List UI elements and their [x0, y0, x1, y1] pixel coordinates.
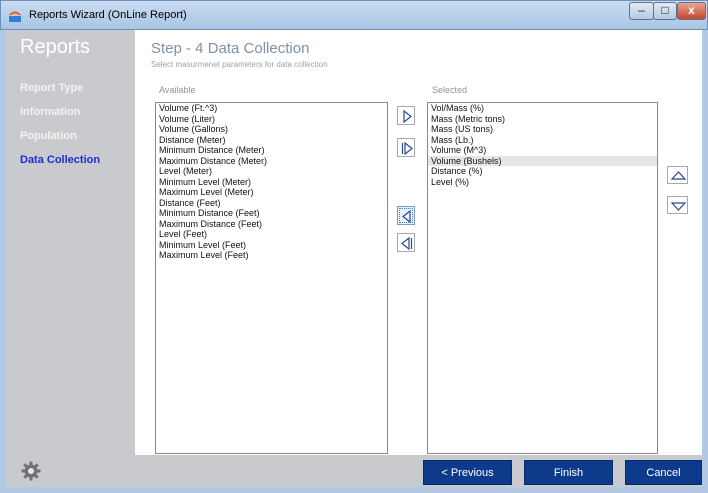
sidebar: Reports Report Type Information Populati…: [6, 30, 135, 455]
list-item[interactable]: Maximum Level (Meter): [156, 187, 387, 198]
double-triangle-right-icon: [401, 141, 413, 156]
list-item[interactable]: Maximum Distance (Feet): [156, 219, 387, 230]
sidebar-item-report-type[interactable]: Report Type: [20, 82, 83, 94]
list-item[interactable]: Mass (Metric tons): [428, 114, 657, 125]
sidebar-item-data-collection[interactable]: Data Collection: [20, 154, 100, 166]
list-item[interactable]: Distance (%): [428, 166, 657, 177]
list-item[interactable]: Distance (Meter): [156, 135, 387, 146]
list-item[interactable]: Distance (Feet): [156, 198, 387, 209]
sidebar-item-population[interactable]: Population: [20, 130, 77, 142]
double-triangle-left-icon: [401, 236, 413, 251]
list-item[interactable]: Level (Meter): [156, 166, 387, 177]
maximize-button[interactable]: □: [653, 2, 677, 20]
sidebar-item-information[interactable]: Information: [20, 106, 81, 118]
list-item[interactable]: Volume (M^3): [428, 145, 657, 156]
triangle-up-icon: [670, 171, 687, 180]
list-item[interactable]: Maximum Distance (Meter): [156, 156, 387, 167]
list-item[interactable]: Volume (Ft.^3): [156, 103, 387, 114]
list-item[interactable]: Mass (US tons): [428, 124, 657, 135]
list-item[interactable]: Maximum Level (Feet): [156, 250, 387, 261]
list-item[interactable]: Minimum Level (Feet): [156, 240, 387, 251]
move-up-button[interactable]: [667, 166, 688, 184]
move-down-button[interactable]: [667, 196, 688, 214]
gear-icon[interactable]: [21, 461, 41, 481]
move-all-right-button[interactable]: [397, 138, 415, 157]
close-button[interactable]: x: [677, 2, 706, 20]
sidebar-title: Reports: [20, 36, 91, 58]
content-panel: Step - 4 Data Collection Select masurmen…: [135, 30, 702, 455]
page-title: Step - 4 Data Collection: [151, 40, 310, 57]
finish-button[interactable]: Finish: [524, 460, 613, 485]
window-title: Reports Wizard (OnLine Report): [29, 9, 187, 21]
page-subtitle: Select masurmenet parameters for data co…: [151, 60, 328, 69]
triangle-down-icon: [670, 202, 687, 211]
app-icon: [9, 11, 21, 22]
cancel-button[interactable]: Cancel: [625, 460, 702, 485]
list-item[interactable]: Minimum Distance (Feet): [156, 208, 387, 219]
list-item[interactable]: Minimum Distance (Meter): [156, 145, 387, 156]
list-item[interactable]: Mass (Lb.): [428, 135, 657, 146]
available-label: Available: [159, 85, 196, 95]
available-list[interactable]: Volume (Ft.^3) Volume (Liter) Volume (Gall…: [155, 102, 388, 454]
triangle-left-icon: [402, 209, 411, 224]
list-item[interactable]: Minimum Level (Meter): [156, 177, 387, 188]
list-item[interactable]: Vol/Mass (%): [428, 103, 657, 114]
previous-button[interactable]: < Previous: [423, 460, 512, 485]
triangle-right-icon: [403, 109, 412, 124]
list-item[interactable]: Volume (Gallons): [156, 124, 387, 135]
selected-label: Selected: [432, 85, 468, 95]
list-item[interactable]: Volume (Liter): [156, 114, 387, 125]
move-all-left-button[interactable]: [397, 233, 415, 252]
list-item[interactable]: Level (%): [428, 177, 657, 188]
title-bar[interactable]: Reports Wizard (OnLine Report) – □ x: [0, 0, 708, 30]
move-right-button[interactable]: [397, 106, 415, 125]
list-item[interactable]: Volume (Bushels): [428, 155, 657, 166]
list-item[interactable]: Level (Feet): [156, 229, 387, 240]
minimize-button[interactable]: –: [629, 2, 654, 20]
selected-list[interactable]: Vol/Mass (%) Mass (Metric tons) Mass (US t…: [427, 102, 658, 454]
footer-bar: < Previous Finish Cancel: [6, 455, 702, 487]
move-left-button[interactable]: [397, 206, 415, 225]
